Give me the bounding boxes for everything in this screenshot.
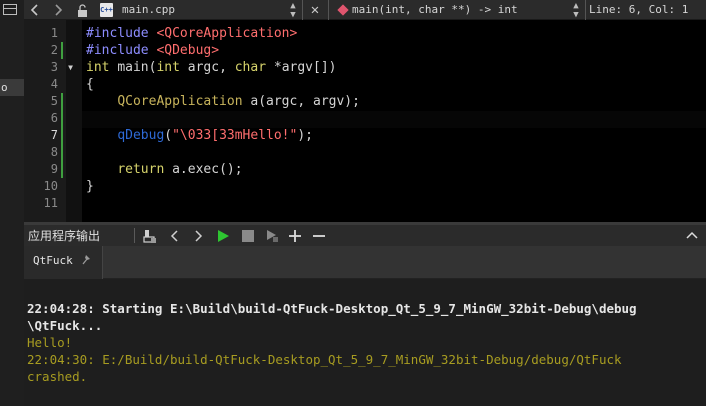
line-number: 8: [50, 145, 58, 159]
code-token: qDebug: [117, 128, 165, 143]
line-number: 6: [50, 111, 58, 125]
output-pane-title: 应用程序输出: [28, 229, 101, 243]
output-line: 22:04:30: E:/Build/build-QtFuck-Desktop_…: [27, 352, 622, 367]
code-token: QCoreApplication: [117, 94, 243, 109]
code-line[interactable]: #include <QDebug>: [86, 42, 219, 59]
output-line: Hello!: [27, 335, 73, 350]
previous-item-icon[interactable]: [168, 228, 182, 244]
fold-arrow-icon[interactable]: ▼: [66, 63, 75, 72]
zoom-in-icon[interactable]: [287, 228, 303, 244]
line-number: 4: [50, 77, 58, 91]
toolbar-separator: [585, 0, 586, 20]
output-line: 22:04:28: Starting E:\Build\build-QtFuck…: [27, 301, 637, 316]
code-token: main(: [117, 60, 157, 75]
toolbar-separator: [302, 0, 303, 20]
code-token: {: [86, 77, 94, 92]
forward-arrow-icon[interactable]: [50, 0, 66, 20]
code-line[interactable]: QCoreApplication a(argc, argv);: [86, 93, 360, 110]
code-token: char: [234, 60, 274, 75]
toolbar-separator: [328, 0, 329, 20]
left-rail: o: [0, 0, 24, 406]
sidebar-selected-item[interactable]: o: [0, 79, 24, 96]
code-token: int: [86, 60, 118, 75]
change-marker: [61, 42, 63, 59]
code-line[interactable]: }: [86, 178, 94, 195]
toolbar-separator: [134, 228, 135, 243]
cpp-file-icon: C++: [100, 3, 113, 17]
output-line: \QtFuck...: [27, 318, 103, 333]
line-number: 1: [50, 26, 58, 40]
code-token: (: [164, 128, 173, 143]
line-number: 3: [50, 60, 58, 74]
clear-output-icon[interactable]: [142, 228, 158, 244]
line-number: 7: [50, 128, 58, 142]
code-token: #include: [86, 26, 157, 41]
line-number: 5: [50, 94, 58, 108]
line-number: 10: [43, 179, 58, 193]
output-line: crashed.: [27, 369, 88, 384]
line-number: 11: [43, 196, 58, 210]
code-token: "\033[33mHello!": [172, 128, 298, 143]
function-up-down-icon[interactable]: ▲ ▼: [572, 2, 580, 20]
code-line[interactable]: int main(int argc, char *argv[]): [86, 59, 337, 76]
tab-label: QtFuck: [33, 254, 73, 267]
stop-icon[interactable]: [240, 228, 256, 244]
zoom-out-icon[interactable]: [311, 228, 327, 244]
change-marker: [61, 93, 63, 178]
code-token: );: [297, 128, 313, 143]
code-line[interactable]: return a.exec();: [86, 161, 243, 178]
attach-debugger-icon[interactable]: [264, 228, 280, 244]
code-token: <QCoreApplication>: [156, 26, 298, 41]
lock-icon[interactable]: [76, 3, 90, 17]
current-line-highlight: [82, 111, 706, 128]
code-token: return: [117, 162, 173, 177]
code-line[interactable]: {: [86, 76, 94, 93]
next-item-icon[interactable]: [191, 228, 205, 244]
cursor-position[interactable]: Line: 6, Col: 1: [589, 0, 688, 20]
close-icon[interactable]: ✕: [306, 0, 324, 20]
code-line[interactable]: #include <QCoreApplication>: [86, 25, 297, 42]
code-token: }: [86, 179, 94, 194]
code-token: <QDebug>: [156, 43, 220, 58]
output-tab-row: [24, 246, 706, 279]
sidebar-toggle-icon[interactable]: [3, 4, 17, 15]
file-name[interactable]: main.cpp: [122, 0, 175, 20]
line-number: 9: [50, 162, 58, 176]
code-token: a(argc, argv);: [242, 94, 360, 109]
file-up-down-icon[interactable]: ▲ ▼: [289, 2, 297, 20]
code-token: #include: [86, 43, 157, 58]
pin-icon[interactable]: [80, 252, 92, 269]
code-line[interactable]: qDebug("\033[33mHello!");: [86, 127, 313, 144]
output-toolbar: [24, 225, 706, 246]
function-selector[interactable]: main(int, char **) -> int: [352, 0, 518, 20]
output-text-area[interactable]: [24, 279, 706, 406]
run-icon[interactable]: [215, 228, 231, 244]
code-token: argc,: [187, 60, 235, 75]
code-token: a.exec();: [172, 162, 243, 177]
tab-qtfuck[interactable]: QtFuck: [24, 246, 103, 279]
code-token: int: [156, 60, 188, 75]
code-token: *argv[]): [273, 60, 337, 75]
fold-strip: [66, 20, 82, 222]
maximize-panel-icon[interactable]: [684, 228, 700, 244]
line-number: 2: [50, 43, 58, 57]
back-arrow-icon[interactable]: [27, 0, 43, 20]
